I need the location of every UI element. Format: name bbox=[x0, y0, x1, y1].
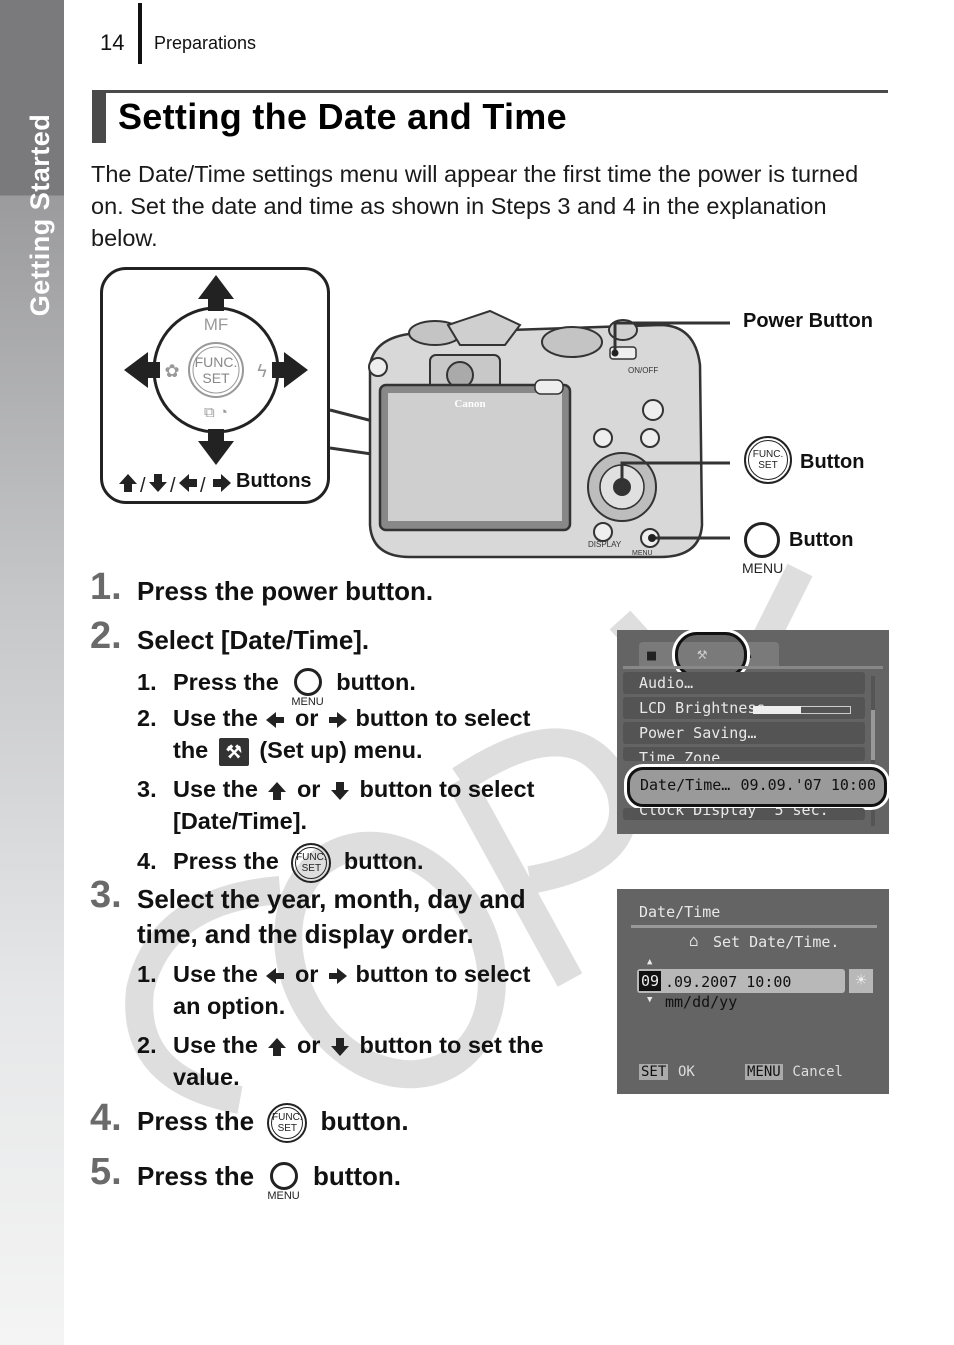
caption-left-icon bbox=[179, 474, 197, 492]
step-3-sub-1-line2: an option. bbox=[173, 993, 286, 1019]
step-3-sub-2-line2: value. bbox=[173, 1064, 240, 1090]
selected-date-part: 09 bbox=[639, 971, 662, 991]
date-time-screen-title: Date/Time bbox=[639, 903, 721, 921]
display-button bbox=[593, 522, 613, 542]
date-time-screenshot: Date/Time ⌂ Set Date/Time. ▲ 09 .09.2007… bbox=[617, 889, 889, 1094]
drive-selftimer-icon: ⧉ ◔ bbox=[204, 404, 228, 421]
func-set-button-icon: FUNC. SET bbox=[267, 1103, 308, 1143]
step-5-title: Press the MENU button. bbox=[137, 1160, 402, 1202]
arrow-down-icon bbox=[330, 1037, 349, 1056]
step-1-number: 1. bbox=[90, 566, 122, 608]
camera-illustration: ON/OFF Canon DISPLAY MENU bbox=[368, 309, 730, 559]
macro-icon: ✿ bbox=[164, 361, 179, 381]
display-label: DISPLAY bbox=[588, 540, 622, 549]
setup-menu-screenshot: ■ ⚒ ♟ Audio… LCD Brightness Power Saving… bbox=[617, 630, 889, 834]
dpad-center-line1: FUNC. bbox=[195, 354, 238, 370]
field-down-icon: ▼ bbox=[647, 995, 653, 1005]
step-2-sub-3-line2: [Date/Time]. bbox=[173, 808, 308, 834]
step-3-sub-2: 2. Use the or button to set the bbox=[137, 1032, 544, 1058]
step-3-number: 3. bbox=[90, 874, 122, 916]
menu-item-date-time[interactable]: Date/Time… 09.09.'07 10:00 bbox=[627, 767, 887, 807]
dpad-mf-label: MF bbox=[204, 315, 229, 334]
svg-text:/: / bbox=[140, 475, 146, 497]
dpad-caption: Buttons bbox=[236, 470, 312, 492]
menu-item-clock-display[interactable]: Clock Display 5 sec. bbox=[623, 808, 865, 820]
caption-right-icon bbox=[213, 474, 231, 492]
title-rule bbox=[92, 90, 888, 93]
step-2-sub-1: 1. Press the MENU button. bbox=[137, 668, 416, 708]
date-time-subtitle: Set Date/Time. bbox=[713, 933, 840, 951]
daylight-saving-icon[interactable]: ☀ bbox=[849, 969, 873, 993]
setup-menu-icon: ⚒ bbox=[218, 737, 249, 766]
page-number: 14 bbox=[100, 30, 125, 55]
menu-button-icon: MENU bbox=[267, 1162, 300, 1202]
arrow-up-icon bbox=[268, 781, 287, 800]
menu-item-time-zone[interactable]: Time Zone bbox=[623, 747, 865, 761]
menu-item-audio[interactable]: Audio… bbox=[623, 672, 865, 694]
step-2-number: 2. bbox=[90, 615, 122, 657]
intro-paragraph: The Date/Time settings menu will appear … bbox=[91, 161, 859, 251]
step-3-title-line2: time, and the display order. bbox=[137, 919, 474, 949]
step-3-title-line1: Select the year, month, day and bbox=[137, 884, 526, 914]
arrow-left-icon bbox=[266, 967, 285, 984]
caption-down-icon bbox=[149, 474, 167, 492]
hot-shoe bbox=[446, 309, 522, 346]
header-divider bbox=[138, 3, 142, 64]
field-up-icon: ▲ bbox=[647, 957, 653, 967]
step-4-title: Press the FUNC. SET button. bbox=[137, 1103, 409, 1143]
menu-button-callout: Button bbox=[789, 529, 854, 551]
title-marker bbox=[92, 90, 106, 143]
dpad-diagram: FUNC. SET MF ✿ ϟ ⧉ ◔ / / / bbox=[119, 275, 308, 497]
side-tab-label: Getting Started bbox=[25, 113, 55, 317]
func-set-callout-icon: FUNC. SET bbox=[744, 436, 792, 484]
dpad-center-line2: SET bbox=[202, 370, 230, 386]
arrow-left-icon bbox=[266, 711, 285, 728]
lcd-screen bbox=[388, 393, 562, 521]
step-2-sub-3: 3. Use the or button to select bbox=[137, 776, 535, 802]
camera-tab-icon: ■ bbox=[647, 646, 657, 664]
menu-cancel-button[interactable]: MENU Cancel bbox=[745, 1061, 843, 1080]
func-set-button-icon: FUNC. SET bbox=[291, 843, 332, 883]
step-2-title: Select [Date/Time]. bbox=[137, 625, 370, 655]
mode-dial-right bbox=[541, 326, 603, 358]
on-off-label: ON/OFF bbox=[628, 366, 658, 375]
flash-icon: ϟ bbox=[257, 361, 267, 381]
arrow-down-icon bbox=[198, 429, 234, 465]
menu-callout-icon bbox=[744, 522, 780, 558]
func-set-button-callout: Button bbox=[800, 451, 865, 473]
step-3-sub-1: 1. Use the or button to select bbox=[137, 961, 531, 987]
step-1-title: Press the power button. bbox=[137, 576, 434, 606]
home-icon: ⌂ bbox=[689, 931, 699, 950]
menu-scroll-thumb[interactable] bbox=[871, 710, 875, 760]
arrow-up-icon bbox=[198, 275, 234, 311]
step-5-number: 5. bbox=[90, 1151, 122, 1193]
step-4-number: 4. bbox=[90, 1097, 122, 1139]
power-button-callout: Power Button bbox=[743, 310, 873, 332]
menu-item-power-saving[interactable]: Power Saving… bbox=[623, 722, 865, 744]
caption-up-icon bbox=[119, 474, 137, 492]
arrow-up-icon bbox=[268, 1037, 287, 1056]
set-ok-button[interactable]: SET OK bbox=[639, 1061, 695, 1080]
arrow-down-icon bbox=[330, 781, 349, 800]
date-time-field[interactable]: 09 .09.2007 10:00 mm/dd/yy bbox=[637, 969, 845, 1011]
caption-arrows: / / / bbox=[119, 474, 231, 497]
menu-callout-text: MENU bbox=[742, 560, 784, 576]
step-2-sub-4: 4. Press the FUNC. SET button. bbox=[137, 843, 423, 883]
brightness-slider-fill bbox=[753, 706, 801, 714]
svg-text:/: / bbox=[200, 475, 206, 497]
step-2-sub-2: 2. Use the or button to select bbox=[137, 705, 531, 731]
svg-text:/: / bbox=[170, 475, 176, 497]
arrow-right-icon bbox=[328, 711, 347, 728]
menu-label: MENU bbox=[632, 550, 653, 557]
section-name: Preparations bbox=[154, 33, 257, 53]
menu-item-lcd-brightness[interactable]: LCD Brightness bbox=[623, 697, 865, 719]
brand-logo: Canon bbox=[454, 398, 485, 410]
step-2-sub-2-line2: the ⚒ (Set up) menu. bbox=[173, 734, 423, 766]
page-title: Setting the Date and Time bbox=[118, 96, 567, 137]
arrow-right-icon bbox=[328, 967, 347, 984]
